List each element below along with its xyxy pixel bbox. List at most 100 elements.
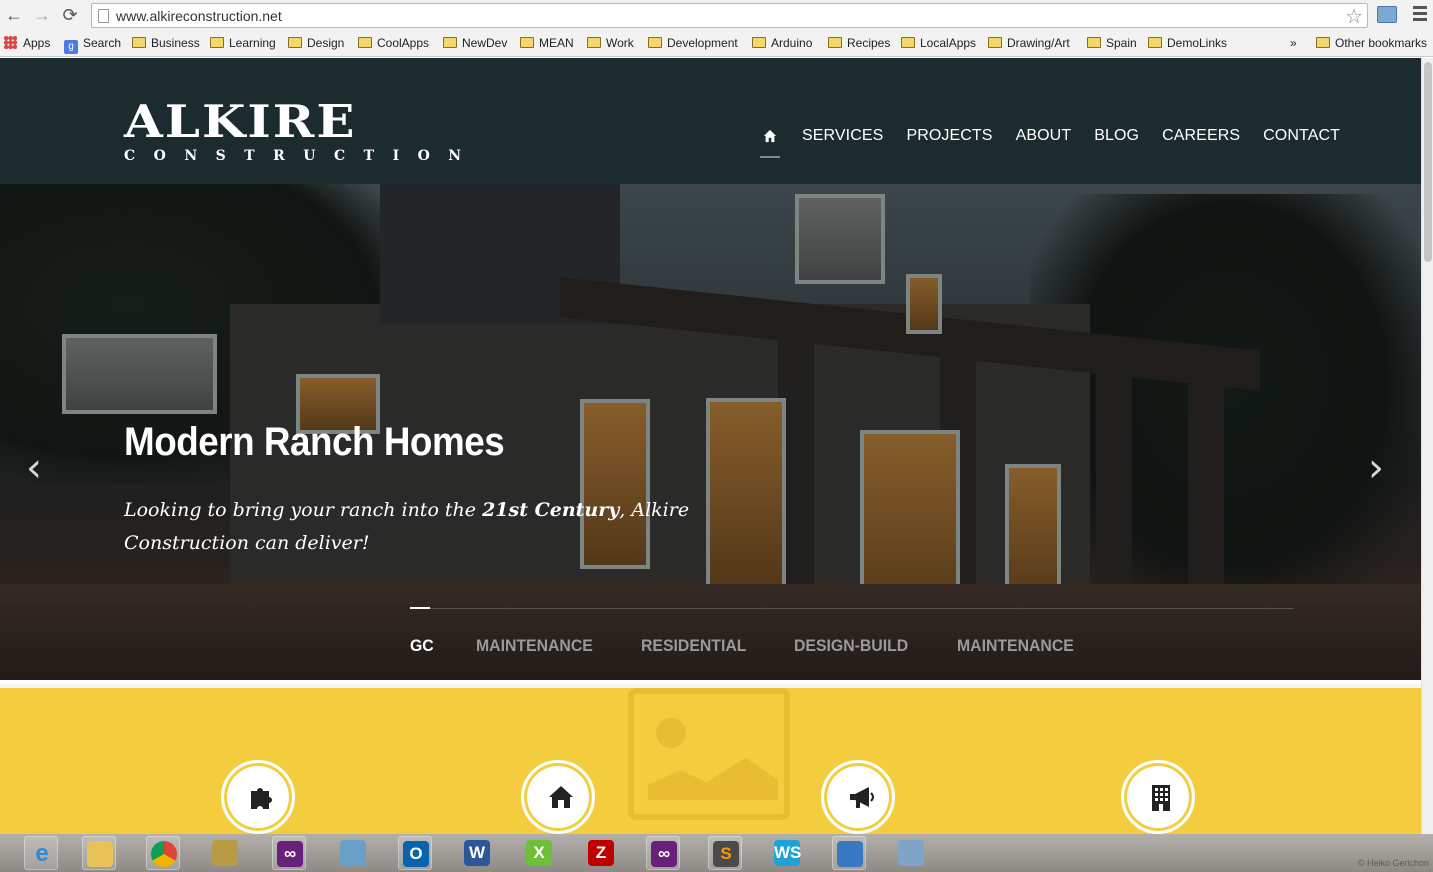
- logo-sub-text: CONSTRUCTION: [124, 148, 480, 164]
- bookmarks-bar: Apps g Search Business Learning Design Co…: [0, 31, 1433, 57]
- visual-studio-2-icon[interactable]: ∞: [646, 836, 680, 870]
- folder-sync-icon[interactable]: [336, 836, 370, 870]
- nav-careers[interactable]: CAREERS: [1162, 126, 1240, 148]
- slider-tabs: GC MAINTENANCE RESIDENTIAL DESIGN-BUILD …: [410, 636, 1123, 656]
- bookmark-development[interactable]: Development: [648, 35, 738, 51]
- feature-home[interactable]: [521, 760, 595, 834]
- slider-next-arrow-icon[interactable]: ›: [1368, 448, 1392, 488]
- folder-icon: [132, 37, 146, 48]
- outlook-icon[interactable]: O: [398, 836, 432, 870]
- apps-grid-icon: [4, 36, 17, 49]
- extension-icon[interactable]: [1377, 6, 1397, 23]
- bookmark-star-icon[interactable]: ☆: [1345, 4, 1363, 29]
- bookmark-search[interactable]: g Search: [64, 35, 121, 54]
- slider-tab-maintenance-2[interactable]: MAINTENANCE: [957, 636, 1074, 656]
- folder-icon: [752, 37, 766, 48]
- bookmark-other[interactable]: Other bookmarks: [1316, 35, 1427, 51]
- folder-icon: [1316, 37, 1330, 48]
- word-icon[interactable]: W: [460, 836, 494, 870]
- hero-title: Modern Ranch Homes: [124, 420, 505, 464]
- bookmark-newdev[interactable]: NewDev: [443, 35, 507, 51]
- slider-prev-arrow-icon[interactable]: ‹: [26, 448, 50, 488]
- folder-icon: [210, 37, 224, 48]
- xamarin-icon[interactable]: X: [522, 836, 556, 870]
- url-text[interactable]: www.alkireconstruction.net: [116, 8, 282, 24]
- folder-icon: [1148, 37, 1162, 48]
- feature-puzzle[interactable]: [221, 760, 295, 834]
- tools-icon[interactable]: [208, 836, 242, 870]
- slider-tab-design-build[interactable]: DESIGN-BUILD: [794, 636, 908, 656]
- features-section: [0, 684, 1421, 834]
- image-placeholder-icon: [628, 688, 790, 820]
- hero-description: Looking to bring your ranch into the 21s…: [124, 499, 690, 554]
- nav-active-indicator: [760, 156, 780, 158]
- page-scrollbar[interactable]: [1421, 58, 1433, 834]
- slider-tab-active-indicator: [410, 607, 430, 609]
- forward-arrow-icon[interactable]: →: [32, 5, 52, 25]
- nav-home[interactable]: [760, 126, 782, 158]
- reload-icon[interactable]: ⟳: [60, 5, 80, 25]
- megaphone-icon: [850, 787, 874, 808]
- back-arrow-icon[interactable]: ←: [4, 5, 24, 25]
- site-header: ALKIRE CONSTRUCTION SERVICES PROJECTS AB…: [0, 58, 1421, 184]
- browser-toolbar: ← → ⟳ www.alkireconstruction.net ☆: [0, 0, 1433, 31]
- remote-desktop-icon[interactable]: [832, 836, 866, 870]
- slider-tab-gc[interactable]: GC: [410, 636, 434, 656]
- main-nav: SERVICES PROJECTS ABOUT BLOG CAREERS CON…: [760, 126, 1363, 158]
- bookmark-arduino[interactable]: Arduino: [752, 35, 812, 51]
- bookmark-design[interactable]: Design: [288, 35, 344, 51]
- filezilla-icon[interactable]: Z: [584, 836, 618, 870]
- bookmark-recipes[interactable]: Recipes: [828, 35, 890, 51]
- hero-description-emphasis: 21st Century: [482, 499, 620, 521]
- bookmark-drawing-art[interactable]: Drawing/Art: [988, 35, 1070, 51]
- site-logo[interactable]: ALKIRE CONSTRUCTION: [124, 94, 480, 164]
- slider-tab-maintenance[interactable]: MAINTENANCE: [476, 636, 593, 656]
- bookmark-spain[interactable]: Spain: [1087, 35, 1137, 51]
- nav-contact[interactable]: CONTACT: [1263, 126, 1340, 148]
- nav-about[interactable]: ABOUT: [1016, 126, 1072, 148]
- bookmark-apps[interactable]: Apps: [4, 35, 50, 51]
- bookmark-learning[interactable]: Learning: [210, 35, 276, 51]
- feature-building[interactable]: [1121, 760, 1195, 834]
- nav-projects[interactable]: PROJECTS: [906, 126, 992, 148]
- page-icon: [98, 9, 109, 23]
- home-icon: [549, 786, 573, 808]
- folder-icon: [828, 37, 842, 48]
- sublime-text-icon[interactable]: S: [708, 836, 742, 870]
- chrome-icon[interactable]: [146, 836, 180, 870]
- bookmark-localapps[interactable]: LocalApps: [901, 35, 976, 51]
- folder-icon: [901, 37, 915, 48]
- visual-studio-icon[interactable]: ∞: [272, 836, 306, 870]
- wallpaper-credit: © Heiko Gerichon: [1357, 858, 1429, 868]
- bookmark-demolinks[interactable]: DemoLinks: [1148, 35, 1227, 51]
- logo-main-text: ALKIRE: [124, 94, 357, 148]
- webstorm-icon[interactable]: WS: [770, 836, 804, 870]
- slider-tabs-divider: [410, 608, 1293, 609]
- feature-megaphone[interactable]: [821, 760, 895, 834]
- nav-blog[interactable]: BLOG: [1094, 126, 1139, 148]
- google-icon: g: [64, 40, 78, 54]
- bookmark-mean[interactable]: MEAN: [520, 35, 574, 51]
- browser-menu-icon[interactable]: [1413, 6, 1427, 24]
- virtualbox-icon[interactable]: [894, 836, 928, 870]
- hero-slider: Modern Ranch Homes Looking to bring your…: [0, 184, 1421, 680]
- home-icon: [763, 129, 777, 143]
- folder-icon: [648, 37, 662, 48]
- bookmark-work[interactable]: Work: [587, 35, 634, 51]
- puzzle-icon: [251, 788, 272, 809]
- file-explorer-icon[interactable]: [82, 836, 116, 870]
- slider-tab-residential[interactable]: RESIDENTIAL: [641, 636, 746, 656]
- bookmark-business[interactable]: Business: [132, 35, 200, 51]
- scrollbar-thumb[interactable]: [1424, 62, 1432, 262]
- folder-icon: [1087, 37, 1101, 48]
- address-bar[interactable]: www.alkireconstruction.net ☆: [91, 3, 1368, 28]
- internet-explorer-icon[interactable]: e: [24, 836, 58, 870]
- folder-icon: [587, 37, 601, 48]
- folder-icon: [288, 37, 302, 48]
- bookmarks-overflow-button[interactable]: »: [1290, 35, 1297, 51]
- folder-icon: [358, 37, 372, 48]
- nav-services[interactable]: SERVICES: [802, 126, 883, 148]
- bookmark-coolapps[interactable]: CoolApps: [358, 35, 429, 51]
- folder-icon: [520, 37, 534, 48]
- folder-icon: [988, 37, 1002, 48]
